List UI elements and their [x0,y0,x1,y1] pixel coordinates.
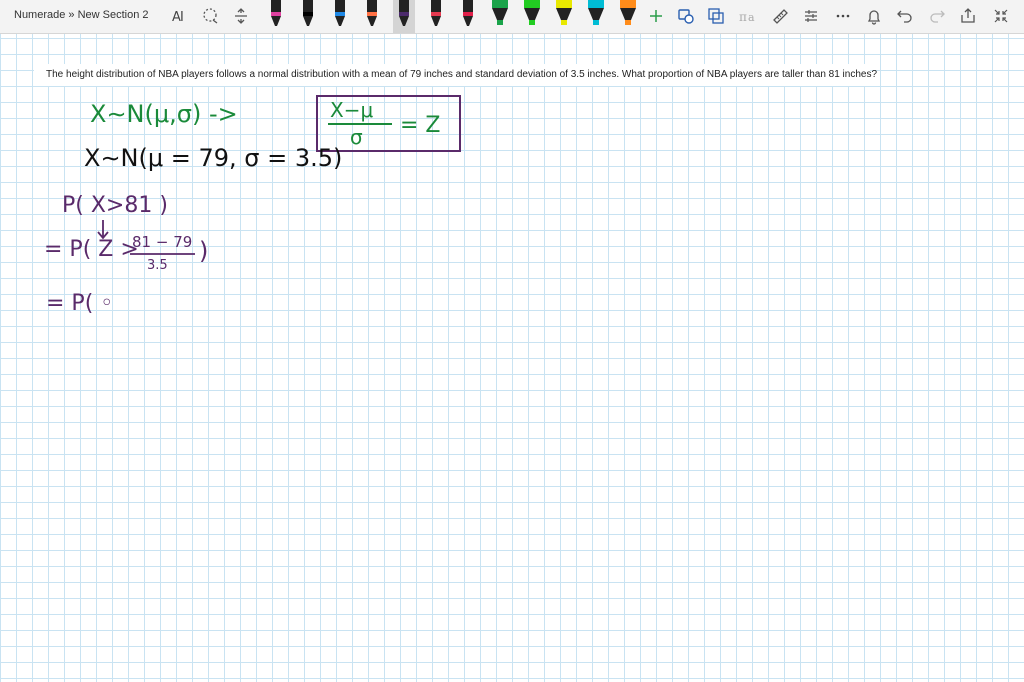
handwriting-line4: = P( Z > [44,237,139,262]
pen-4[interactable] [361,0,383,30]
pen-7[interactable] [457,0,479,30]
ink-to-math-icon[interactable]: πa [738,6,758,26]
notebook-canvas[interactable]: The height distribution of NBA players f… [0,34,1024,682]
share-icon[interactable] [958,6,978,26]
lasso-icon[interactable] [200,6,220,26]
pen-8[interactable] [489,0,511,30]
line4-denominator: 3.5 [147,258,168,273]
line4-numerator: 81 − 79 [132,233,192,251]
pen-9[interactable] [521,0,543,30]
shape-icon[interactable] [676,6,696,26]
ink-to-shape-icon[interactable] [706,6,726,26]
line4-close-paren: ) [199,237,208,265]
pen-11[interactable] [585,0,607,30]
svg-text:a: a [748,11,755,24]
boxed-numerator: X−μ [330,98,373,122]
handwriting-line1: X∼N(μ,σ) -> [90,100,238,128]
boxed-denominator: σ [350,125,363,149]
handwriting-line3: P( X>81 ) [62,193,168,218]
svg-text:π: π [739,10,747,24]
pen-12[interactable] [617,0,639,30]
settings-icon[interactable] [801,6,821,26]
more-icon[interactable] [833,6,853,26]
pen-5[interactable] [393,0,415,33]
redo-icon[interactable] [927,6,947,26]
pen-10[interactable] [553,0,575,30]
handwriting-layer: X∼N(μ,σ) -> X−μ σ = Z X∼N(μ = 79, σ = 3.… [44,95,461,316]
boxed-rhs: = Z [400,113,441,138]
insert-space-icon[interactable] [231,6,251,26]
handwriting-line2: X∼N(μ = 79, σ = 3.5) [84,144,342,172]
ruler-icon[interactable] [770,6,790,26]
pen-6[interactable] [425,0,447,30]
toolbar: Numerade » New Section 2 AI πa [0,0,1024,34]
down-arrow-icon [97,220,109,240]
svg-text:I: I [180,10,184,24]
handwriting-line5: = P( ◦ [46,291,113,316]
bell-icon[interactable] [864,6,884,26]
plus-icon[interactable] [646,6,666,26]
text-select-icon[interactable]: AI [170,6,190,26]
undo-icon[interactable] [895,6,915,26]
pen-2[interactable] [297,0,319,30]
collapse-icon[interactable] [991,6,1011,26]
pen-3[interactable] [329,0,351,30]
breadcrumb[interactable]: Numerade » New Section 2 [14,9,149,21]
pen-1[interactable] [265,0,287,30]
